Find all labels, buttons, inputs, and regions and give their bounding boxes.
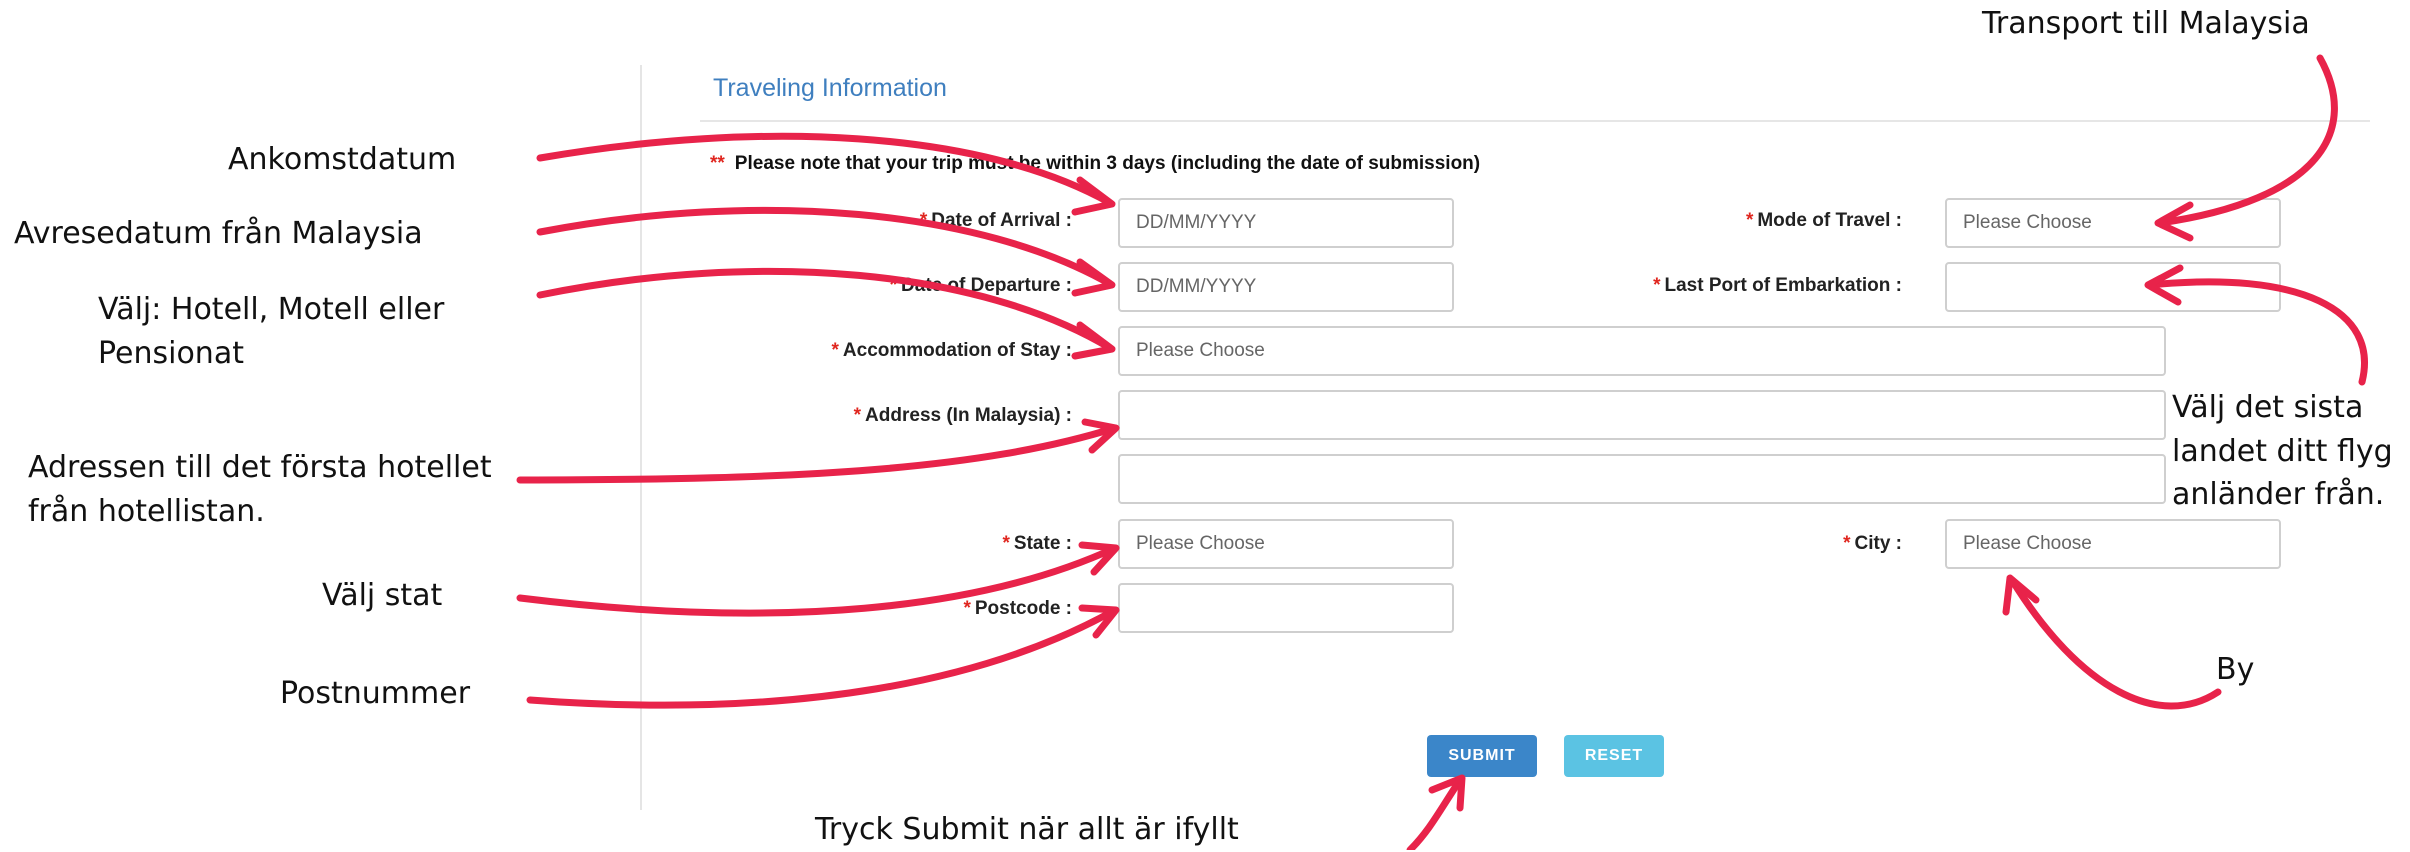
arrow-address: [516, 424, 1119, 484]
annotation-submit: Tryck Submit när allt är ifyllt: [815, 812, 1239, 847]
annotation-accommodation: Välj: Hotell, Motell eller Pensionat: [98, 288, 444, 375]
arrow-postcode: [526, 606, 1119, 709]
annotation-arrows: [516, 54, 2368, 850]
annotation-accommodation-line1: Välj: Hotell, Motell eller: [98, 292, 445, 327]
annotation-state: Välj stat: [322, 578, 443, 613]
arrow-accommodation: [536, 267, 1114, 352]
arrow-transport: [2156, 54, 2338, 227]
arrow-arrival: [536, 132, 1114, 207]
annotation-departure: Avresedatum från Malaysia: [14, 216, 423, 251]
arrow-city: [2008, 576, 2222, 710]
annotation-accommodation-line2: Pensionat: [98, 335, 244, 371]
annotation-transport: Transport till Malaysia: [1982, 6, 2310, 41]
annotation-last-port-line1: Välj det sista: [2172, 390, 2364, 425]
arrow-last-port: [2146, 278, 2368, 386]
annotation-arrival: Ankomstdatum: [228, 142, 457, 177]
arrow-state: [516, 544, 1119, 617]
annotation-address-line1: Adressen till det första hotellet: [28, 450, 492, 485]
annotation-last-port-line3: anländer från.: [2172, 477, 2385, 512]
annotation-address-line2: från hotellistan.: [28, 493, 265, 529]
annotation-address: Adressen till det första hotellet från h…: [28, 446, 492, 533]
annotation-last-port-line2: landet ditt flyg: [2172, 433, 2393, 469]
annotation-postcode: Postnummer: [280, 676, 471, 711]
annotation-city: By: [2216, 652, 2255, 687]
annotation-last-port: Välj det sista landet ditt flyg anländer…: [2172, 386, 2393, 517]
